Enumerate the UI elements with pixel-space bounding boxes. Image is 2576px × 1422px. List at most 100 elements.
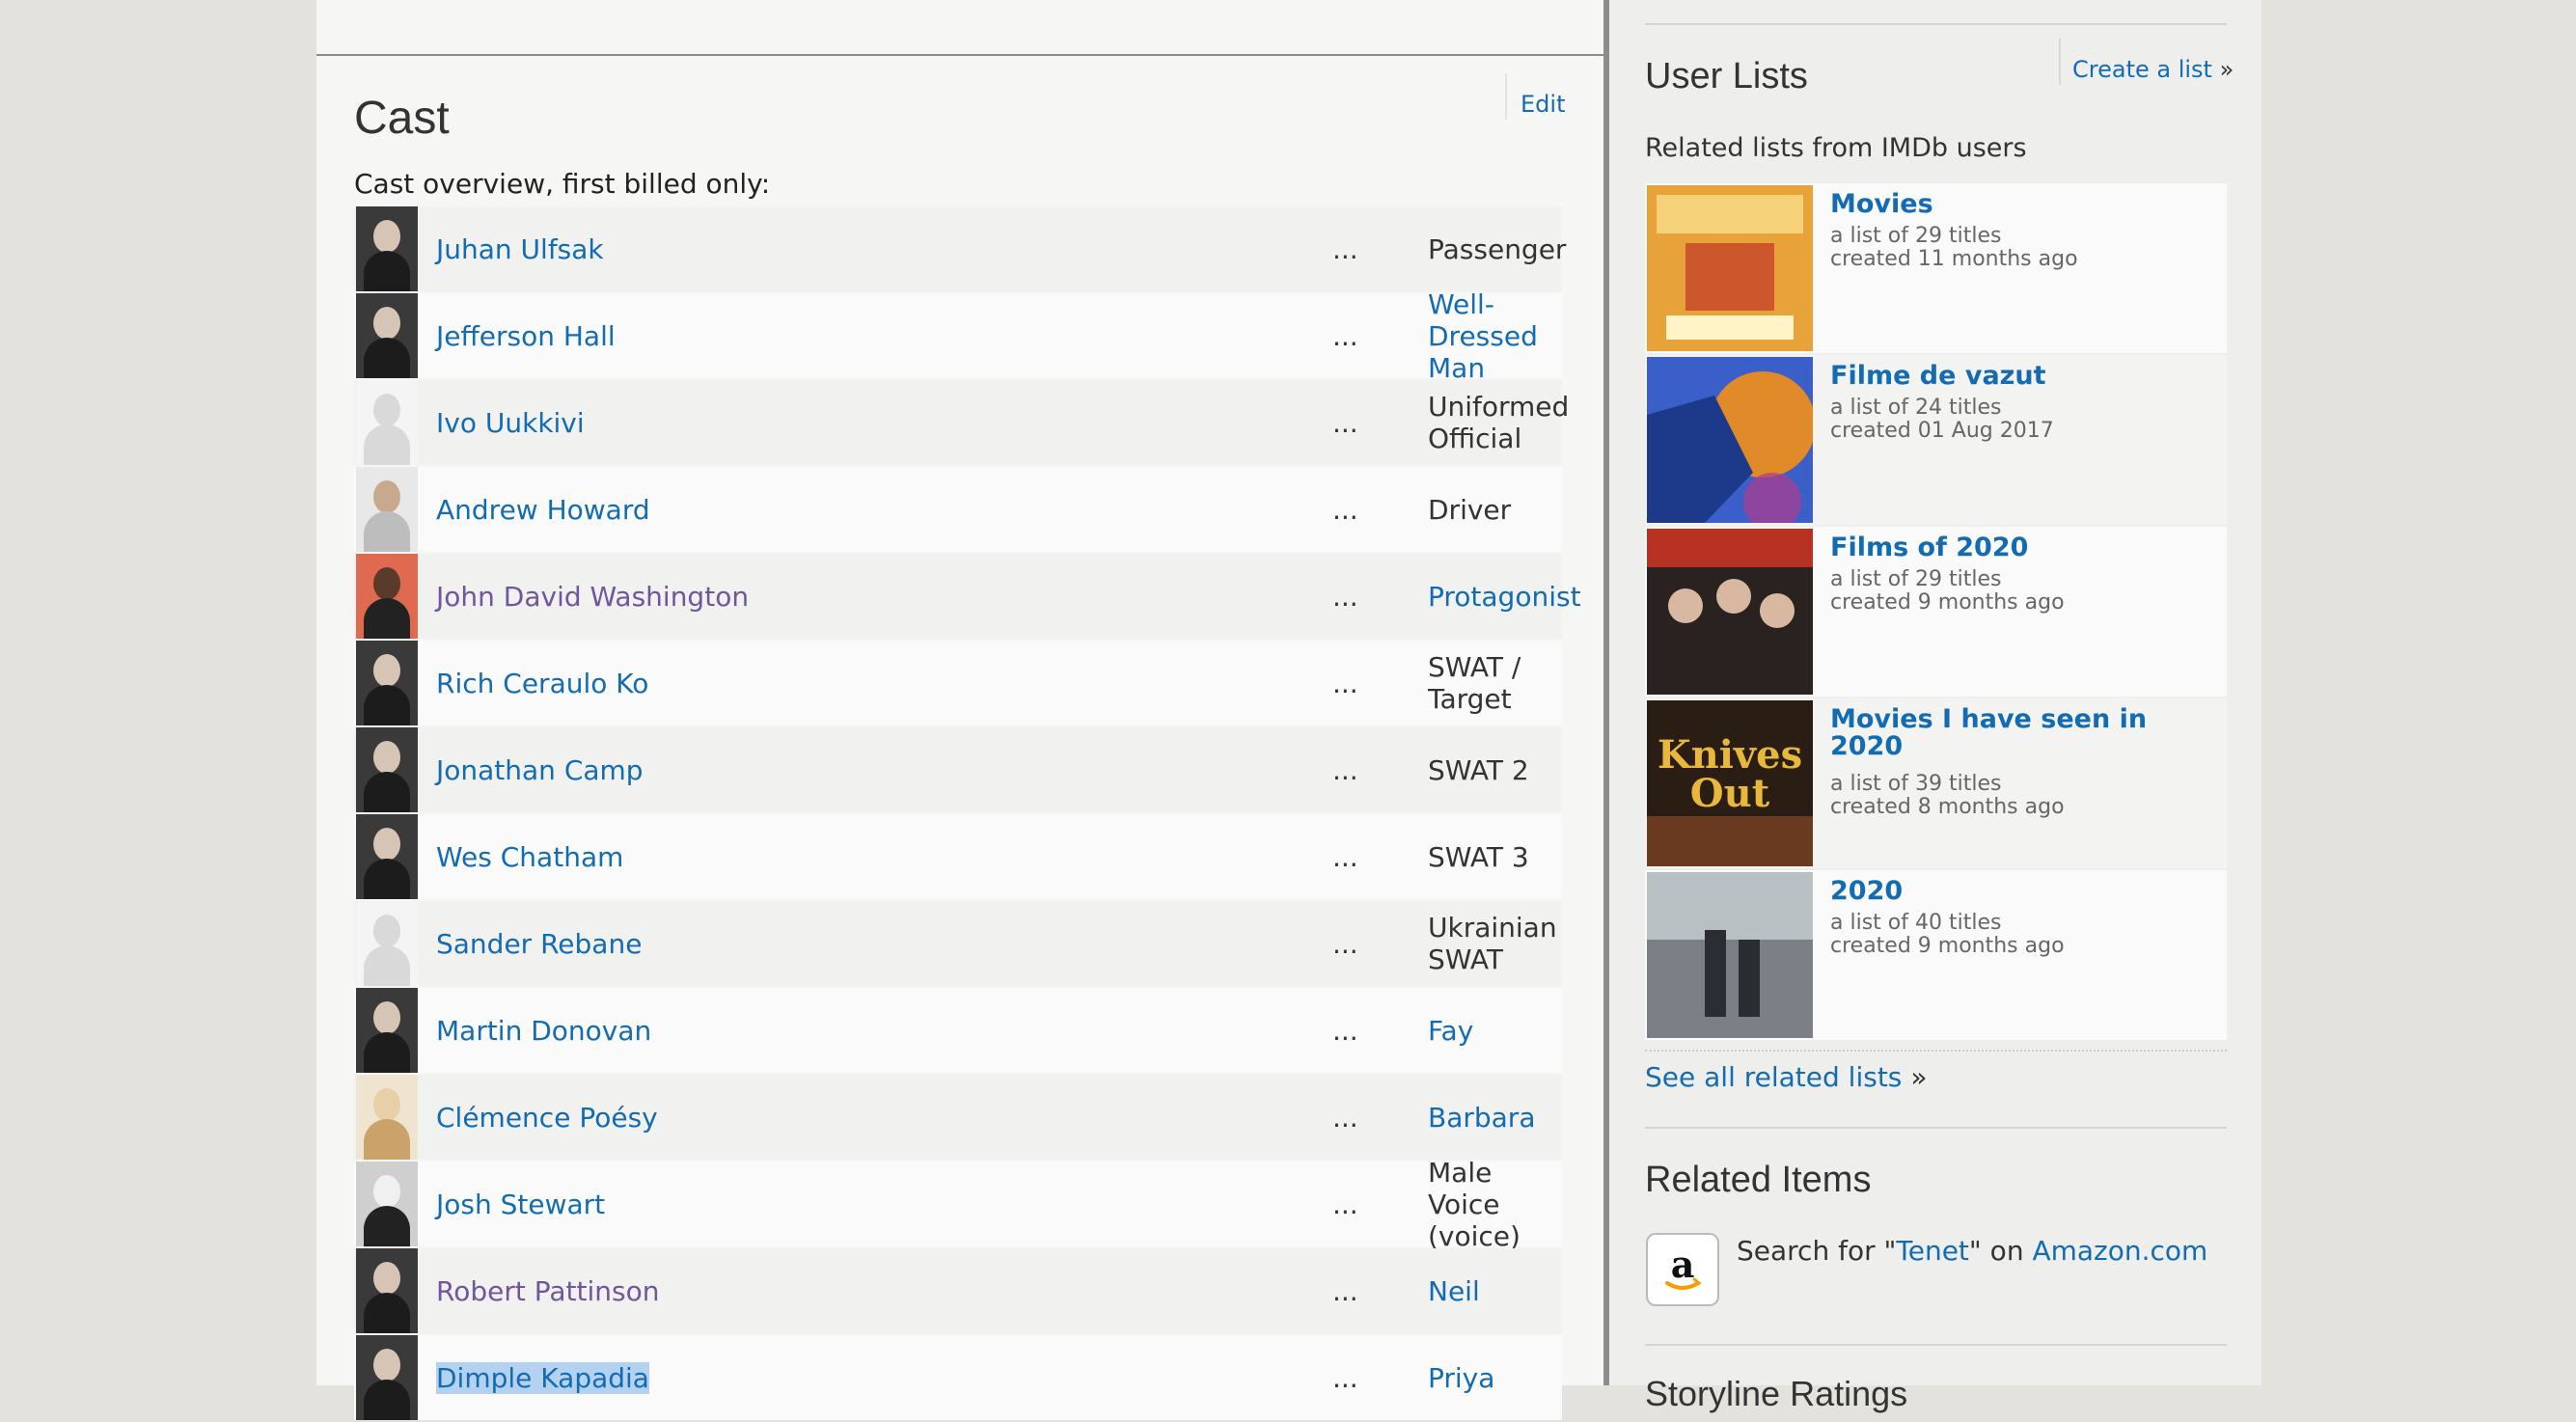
photo-body bbox=[364, 1380, 410, 1420]
character-link[interactable]: Fay bbox=[1428, 1015, 1473, 1047]
amazon-icon[interactable]: a bbox=[1646, 1233, 1719, 1306]
cast-heading: Cast bbox=[354, 93, 450, 144]
character-link[interactable]: Priya bbox=[1428, 1362, 1494, 1394]
create-list-separator bbox=[2059, 39, 2061, 85]
photo-head bbox=[373, 741, 400, 774]
cast-row: Ivo Uukkivi... Uniformed Official bbox=[354, 380, 1569, 465]
list-created-date: created 9 months ago bbox=[1830, 934, 2065, 958]
character-link[interactable]: Barbara bbox=[1428, 1102, 1535, 1134]
ellipsis-separator: ... bbox=[1332, 1188, 1358, 1220]
list-title-count: a list of 29 titles bbox=[1830, 567, 2002, 591]
list-title-link[interactable]: Movies bbox=[1830, 191, 2216, 218]
photo-head bbox=[373, 1001, 400, 1034]
cast-row: Sander Rebane... Ukrainian SWAT bbox=[354, 901, 1562, 986]
main-column: Cast Edit Cast overview, first billed on… bbox=[316, 0, 1609, 1420]
ellipsis-separator: ... bbox=[1332, 1101, 1358, 1134]
amazon-query-link[interactable]: Tenet bbox=[1896, 1235, 1969, 1267]
placeholder-avatar[interactable] bbox=[356, 901, 418, 986]
actor-photo[interactable] bbox=[356, 1335, 418, 1420]
ellipsis-separator: ... bbox=[1332, 1014, 1358, 1047]
photo-head bbox=[373, 394, 400, 426]
actor-photo[interactable] bbox=[356, 727, 418, 812]
actor-name-link[interactable]: John David Washington bbox=[436, 581, 749, 613]
cast-row: Rich Ceraulo Ko... SWAT / Target bbox=[354, 641, 1562, 725]
photo-body bbox=[364, 338, 410, 378]
section-divider bbox=[316, 54, 1603, 56]
cast-row: Josh Stewart... Male Voice (voice) bbox=[354, 1157, 1562, 1252]
character-link[interactable]: Neil bbox=[1428, 1275, 1480, 1307]
section-divider bbox=[1645, 1344, 2227, 1346]
ellipsis-separator: ... bbox=[1332, 493, 1358, 526]
edit-separator bbox=[1505, 73, 1507, 120]
create-list-link[interactable]: Create a list bbox=[2072, 56, 2212, 83]
actor-name-link[interactable]: Wes Chatham bbox=[436, 841, 623, 873]
placeholder-avatar[interactable] bbox=[356, 380, 418, 465]
actor-name-link[interactable]: Andrew Howard bbox=[436, 494, 650, 526]
actor-name-link[interactable]: Clémence Poésy bbox=[436, 1102, 658, 1134]
list-title-link[interactable]: Movies I have seen in 2020 bbox=[1830, 706, 2216, 760]
svg-text:a: a bbox=[1671, 1243, 1695, 1286]
photo-head bbox=[373, 307, 400, 340]
character-name: SWAT 2 bbox=[1428, 753, 1529, 786]
actor-photo[interactable] bbox=[356, 641, 418, 725]
actor-photo[interactable] bbox=[356, 293, 418, 378]
see-all-related-lists-link[interactable]: See all related lists bbox=[1645, 1061, 1902, 1093]
actor-photo[interactable] bbox=[356, 467, 418, 552]
actor-name-link[interactable]: Robert Pattinson bbox=[436, 1275, 659, 1307]
amazon-middle: " on bbox=[1968, 1235, 2033, 1267]
actor-name-link[interactable]: Dimple Kapadia bbox=[436, 1361, 649, 1394]
photo-body bbox=[364, 772, 410, 812]
user-list-item: Films of 2020 a list of 29 titles created … bbox=[1645, 527, 2227, 698]
amazon-store-link[interactable]: Amazon.com bbox=[2032, 1235, 2207, 1267]
section-divider bbox=[1645, 1127, 2227, 1129]
character-link[interactable]: Protagonist bbox=[1428, 581, 1581, 613]
cast-row: Dimple Kapadia... Priya bbox=[354, 1335, 1562, 1420]
photo-head bbox=[373, 654, 400, 687]
list-poster-image[interactable]: Knives Out bbox=[1647, 700, 1813, 866]
cast-row: Andrew Howard... Driver bbox=[354, 467, 1562, 552]
actor-photo[interactable] bbox=[356, 1075, 418, 1160]
photo-head bbox=[373, 480, 400, 513]
character-link[interactable]: Well-Dressed Man bbox=[1428, 288, 1562, 384]
edit-cast-link[interactable]: Edit bbox=[1521, 91, 1565, 118]
cast-row: Clémence Poésy... Barbara bbox=[354, 1075, 1562, 1160]
ellipsis-separator: ... bbox=[1332, 1274, 1358, 1307]
photo-head bbox=[373, 1175, 400, 1208]
cast-overview-label: Cast overview, first billed only: bbox=[354, 168, 771, 200]
actor-photo[interactable] bbox=[356, 814, 418, 899]
ellipsis-separator: ... bbox=[1332, 406, 1358, 439]
actor-name-link[interactable]: Sander Rebane bbox=[436, 928, 642, 960]
list-poster-image[interactable] bbox=[1647, 357, 1813, 523]
actor-name-link[interactable]: Martin Donovan bbox=[436, 1015, 651, 1047]
actor-photo[interactable] bbox=[356, 1162, 418, 1246]
list-poster-image[interactable] bbox=[1647, 185, 1813, 351]
see-all-container: See all related lists » bbox=[1645, 1061, 1927, 1093]
ellipsis-separator: ... bbox=[1332, 580, 1358, 613]
actor-name-link[interactable]: Ivo Uukkivi bbox=[436, 407, 585, 439]
photo-body bbox=[364, 424, 410, 465]
actor-name-link[interactable]: Jonathan Camp bbox=[436, 754, 644, 786]
list-poster-image[interactable] bbox=[1647, 529, 1813, 695]
actor-photo[interactable] bbox=[356, 1248, 418, 1333]
user-list-item: Movies a list of 29 titles created 11 mont… bbox=[1645, 183, 2227, 355]
photo-body bbox=[364, 511, 410, 552]
amazon-prefix: Search for " bbox=[1737, 1235, 1897, 1267]
list-title-link[interactable]: Films of 2020 bbox=[1830, 534, 2216, 561]
lists-divider bbox=[1645, 1050, 2227, 1052]
actor-name-link[interactable]: Rich Ceraulo Ko bbox=[436, 668, 648, 699]
actor-photo[interactable] bbox=[356, 206, 418, 291]
user-list-item: Filme de vazut a list of 24 titles created… bbox=[1645, 355, 2227, 527]
photo-body bbox=[364, 1293, 410, 1333]
list-title-link[interactable]: 2020 bbox=[1830, 878, 2216, 905]
actor-name-link[interactable]: Juhan Ulfsak bbox=[436, 233, 604, 265]
actor-name-link[interactable]: Jefferson Hall bbox=[436, 320, 616, 352]
actor-photo[interactable] bbox=[356, 988, 418, 1073]
raquo-icon: » bbox=[1910, 1061, 1928, 1093]
actor-photo[interactable] bbox=[356, 554, 418, 639]
list-poster-image[interactable] bbox=[1647, 872, 1813, 1038]
list-title-link[interactable]: Filme de vazut bbox=[1830, 363, 2216, 390]
cast-row: Martin Donovan... Fay bbox=[354, 988, 1562, 1073]
photo-body bbox=[364, 598, 410, 639]
character-name: SWAT 3 bbox=[1428, 840, 1529, 873]
actor-name-link[interactable]: Josh Stewart bbox=[436, 1189, 605, 1220]
